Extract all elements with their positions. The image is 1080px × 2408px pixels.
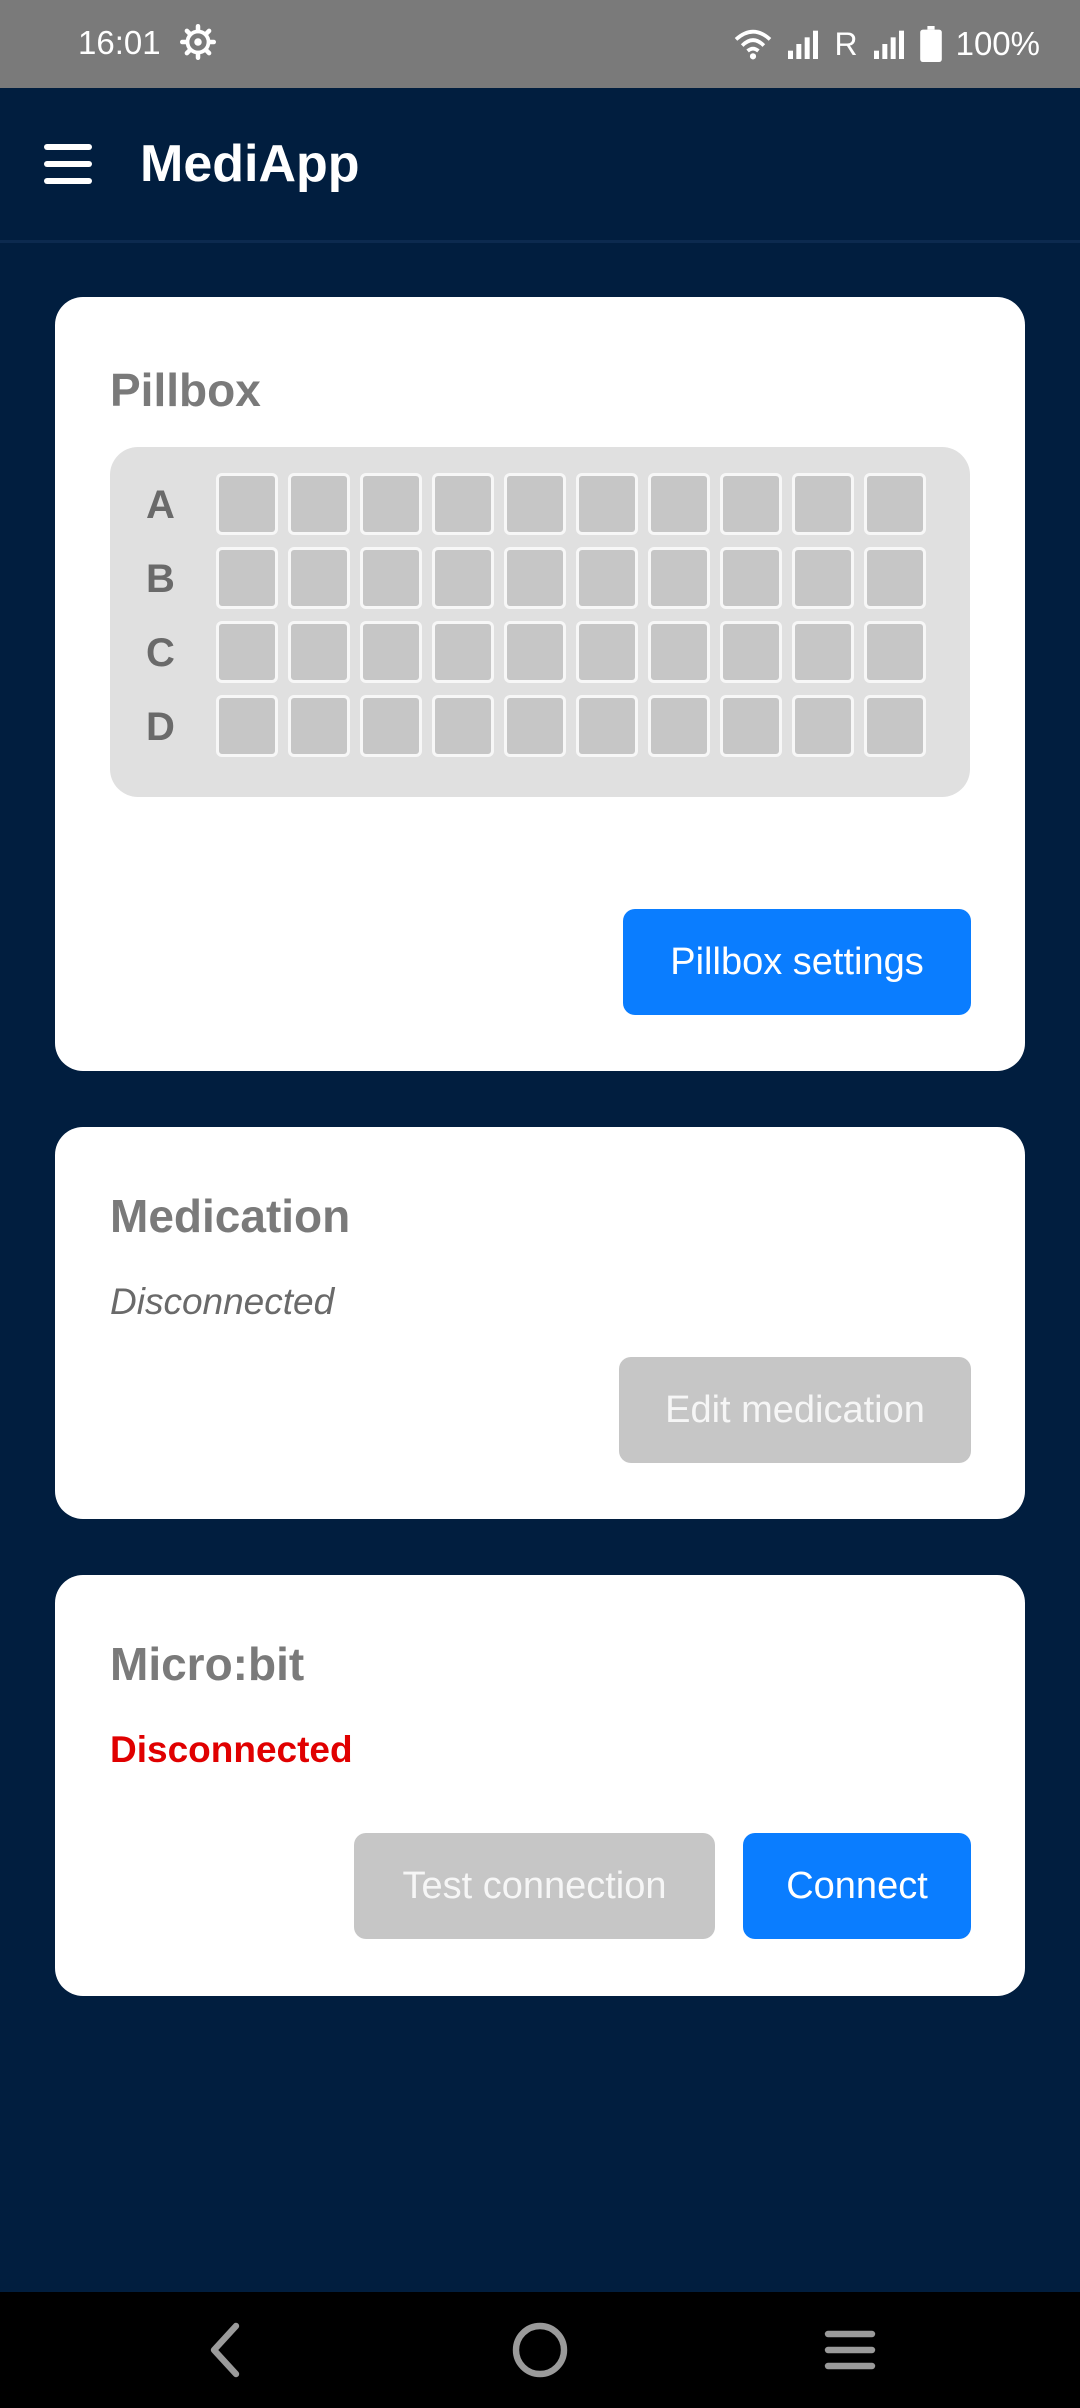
- pillbox-cell[interactable]: [360, 621, 422, 683]
- pillbox-row: A: [110, 473, 970, 535]
- pillbox-cell[interactable]: [792, 547, 854, 609]
- pillbox-cell[interactable]: [432, 695, 494, 757]
- back-icon[interactable]: [196, 2318, 260, 2382]
- pillbox-cell[interactable]: [360, 547, 422, 609]
- microbit-card: Micro:bit Disconnected Test connection C…: [55, 1575, 1025, 1996]
- pillbox-cell[interactable]: [864, 621, 926, 683]
- battery-percent: 100%: [955, 25, 1040, 62]
- pillbox-cell[interactable]: [288, 621, 350, 683]
- pillbox-cell[interactable]: [864, 473, 926, 535]
- pillbox-grid: ABCD: [110, 447, 970, 797]
- connect-button[interactable]: Connect: [743, 1833, 971, 1939]
- pillbox-cell[interactable]: [432, 621, 494, 683]
- pillbox-cell[interactable]: [504, 621, 566, 683]
- pillbox-cell[interactable]: [288, 473, 350, 535]
- pillbox-cell[interactable]: [720, 695, 782, 757]
- medication-card: Medication Disconnected Edit medication: [55, 1127, 1025, 1519]
- medication-status: Disconnected: [110, 1281, 335, 1322]
- pillbox-cell[interactable]: [720, 473, 782, 535]
- pillbox-cell[interactable]: [576, 695, 638, 757]
- pillbox-cell[interactable]: [792, 621, 854, 683]
- status-bar: 16:01 R 100%: [0, 0, 1080, 88]
- pillbox-row: C: [110, 621, 970, 683]
- pillbox-cell[interactable]: [216, 621, 278, 683]
- app-bar: MediApp: [0, 88, 1080, 243]
- edit-medication-button[interactable]: Edit medication: [619, 1357, 971, 1463]
- pillbox-cell[interactable]: [864, 547, 926, 609]
- pillbox-cell[interactable]: [504, 695, 566, 757]
- app-title: MediApp: [140, 135, 360, 193]
- pillbox-cell[interactable]: [504, 547, 566, 609]
- wifi-icon: [735, 29, 772, 60]
- pillbox-cell[interactable]: [648, 695, 710, 757]
- pillbox-row-label: B: [146, 557, 175, 601]
- pillbox-cell[interactable]: [864, 695, 926, 757]
- signal-icon-2: [873, 30, 904, 59]
- pillbox-cell[interactable]: [792, 473, 854, 535]
- home-icon[interactable]: [508, 2318, 572, 2382]
- microbit-title: Micro:bit: [110, 1638, 305, 1690]
- pillbox-cell[interactable]: [432, 473, 494, 535]
- pillbox-cell[interactable]: [216, 695, 278, 757]
- pillbox-settings-button[interactable]: Pillbox settings: [623, 909, 971, 1015]
- pillbox-row: D: [110, 695, 970, 757]
- pillbox-card: Pillbox ABCD Pillbox settings: [55, 297, 1025, 1071]
- pillbox-cell[interactable]: [720, 547, 782, 609]
- signal-icon: [788, 30, 819, 59]
- microbit-status: Disconnected: [110, 1729, 353, 1770]
- pillbox-cell[interactable]: [576, 547, 638, 609]
- pillbox-title: Pillbox: [110, 364, 261, 416]
- pillbox-row-label: D: [146, 705, 175, 749]
- pillbox-cell[interactable]: [216, 473, 278, 535]
- pillbox-cell[interactable]: [360, 695, 422, 757]
- pillbox-row-label: A: [146, 483, 175, 527]
- pillbox-cell[interactable]: [288, 547, 350, 609]
- status-time: 16:01: [78, 24, 161, 61]
- settings-gear-icon: [180, 24, 216, 60]
- pillbox-cell[interactable]: [216, 547, 278, 609]
- system-navigation-bar: [0, 2292, 1080, 2408]
- pillbox-cell[interactable]: [720, 621, 782, 683]
- pillbox-cell[interactable]: [648, 621, 710, 683]
- pillbox-cell[interactable]: [648, 547, 710, 609]
- pillbox-cell[interactable]: [576, 621, 638, 683]
- hamburger-menu-icon[interactable]: [44, 144, 92, 184]
- medication-title: Medication: [110, 1190, 351, 1242]
- pillbox-cell[interactable]: [792, 695, 854, 757]
- pillbox-row: B: [110, 547, 970, 609]
- test-connection-button[interactable]: Test connection: [354, 1833, 715, 1939]
- battery-icon: [919, 26, 942, 62]
- pillbox-cell[interactable]: [360, 473, 422, 535]
- pillbox-cell[interactable]: [288, 695, 350, 757]
- pillbox-cell[interactable]: [432, 547, 494, 609]
- carrier-indicator: R: [834, 25, 858, 62]
- pillbox-row-label: C: [146, 631, 175, 675]
- pillbox-cell[interactable]: [504, 473, 566, 535]
- recents-icon[interactable]: [818, 2318, 882, 2382]
- pillbox-cell[interactable]: [648, 473, 710, 535]
- pillbox-cell[interactable]: [576, 473, 638, 535]
